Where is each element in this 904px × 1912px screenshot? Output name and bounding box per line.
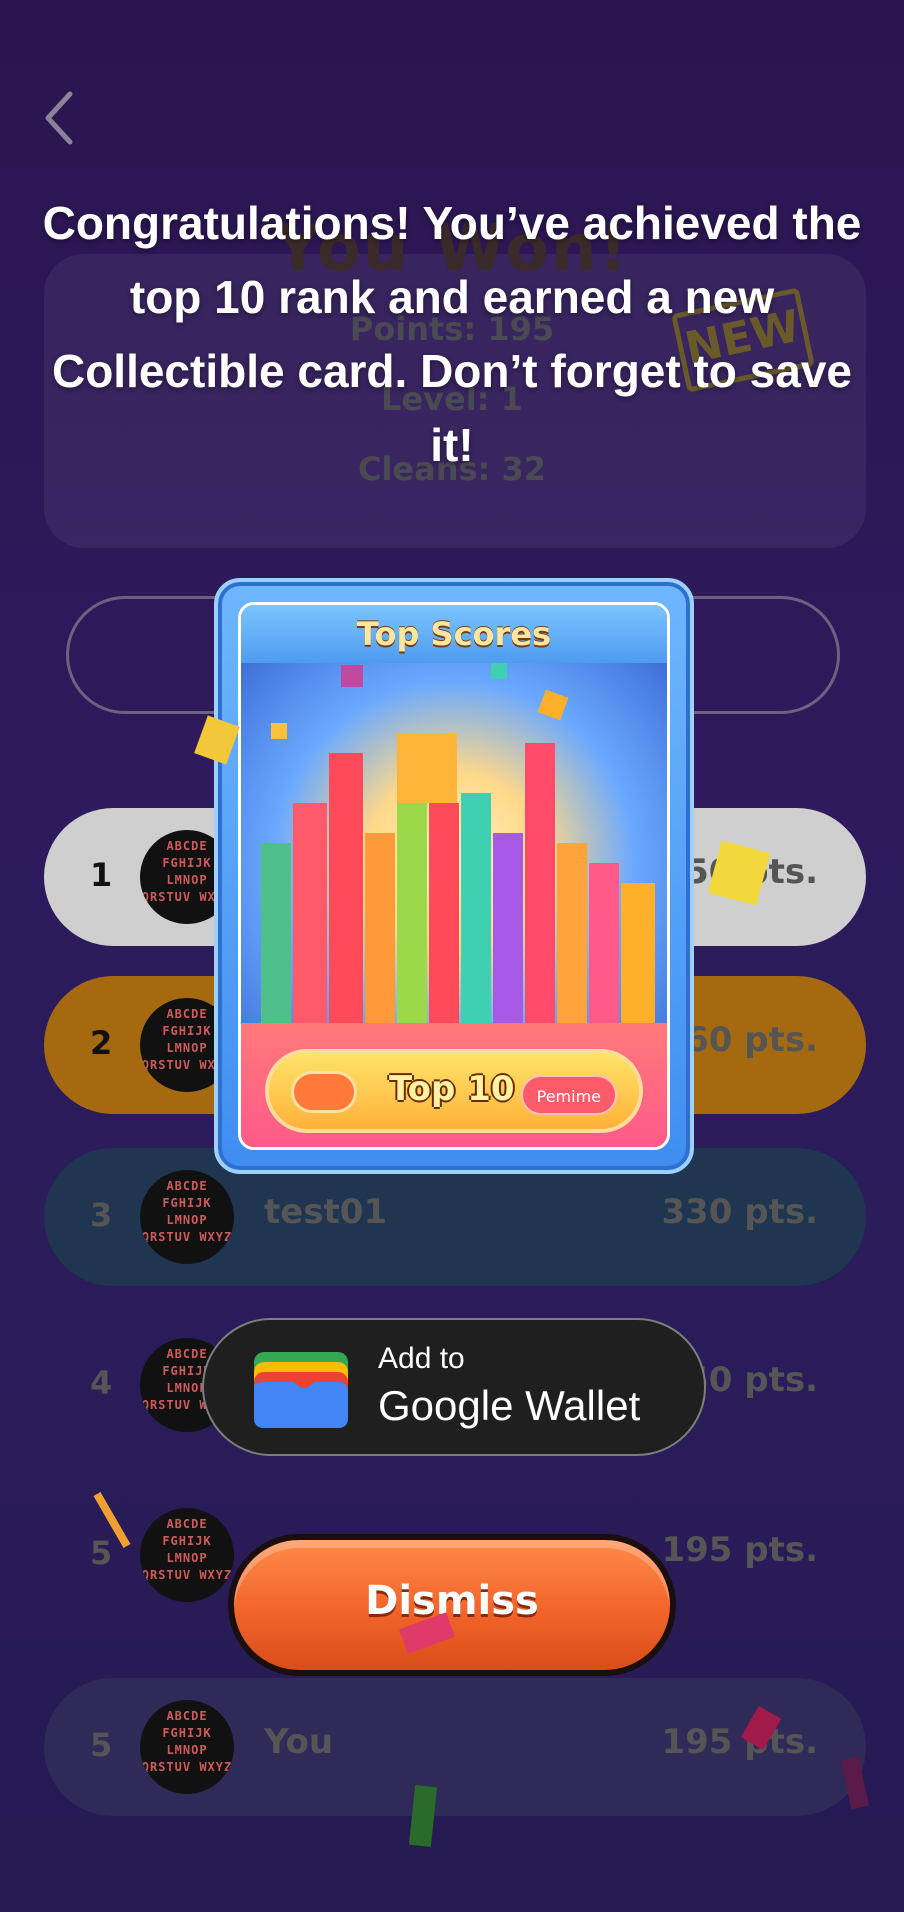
card-artwork xyxy=(241,663,667,1023)
card-title: Top Scores xyxy=(241,605,667,663)
card-rank-tag: Pemime xyxy=(520,1075,617,1115)
card-footer: Top 10 Pemime xyxy=(241,1023,667,1147)
chevron-left-icon xyxy=(45,91,73,145)
wallet-line2: Google Wallet xyxy=(378,1382,641,1429)
row-points: 195 pts. xyxy=(661,1530,818,1570)
add-to-google-wallet-button[interactable]: Add to Google Wallet xyxy=(202,1318,706,1456)
rank-number: 4 xyxy=(90,1364,113,1402)
row-points: 195 pts. xyxy=(661,1722,818,1762)
row-username: test01 xyxy=(264,1192,388,1232)
rank-number: 3 xyxy=(90,1196,113,1234)
card-frame: Top Scores Top 10 Pemime xyxy=(238,602,670,1150)
rank-number: 5 xyxy=(90,1534,113,1572)
wallet-line1: Add to xyxy=(378,1342,465,1375)
card-rank-pill: Top 10 Pemime xyxy=(265,1049,643,1133)
rank-number: 2 xyxy=(90,1024,113,1062)
congrats-headline: Congratulations! You’ve achieved the top… xyxy=(42,197,862,471)
coin-chip-icon xyxy=(291,1071,357,1113)
dismiss-label: Dismiss xyxy=(365,1578,539,1624)
confetti-piece xyxy=(408,1785,438,1847)
rank-number: 1 xyxy=(90,856,113,894)
dismiss-button[interactable]: Dismiss xyxy=(228,1534,676,1676)
card-rank-label: Top 10 xyxy=(389,1069,515,1109)
avatar: ABCDE FGHIJK LMNOP QRSTUV WXYZ xyxy=(140,1508,234,1602)
collectible-card: Top Scores Top 10 Pemime xyxy=(214,578,694,1174)
avatar: ABCDE FGHIJK LMNOP QRSTUV WXYZ xyxy=(140,1700,234,1794)
block-tower-illustration xyxy=(261,663,655,1023)
row-username: You xyxy=(264,1722,334,1762)
confetti-piece xyxy=(840,1756,870,1810)
back-button[interactable] xyxy=(40,88,90,152)
leaderboard-row-you: 5 ABCDE FGHIJK LMNOP QRSTUV WXYZ You 195… xyxy=(44,1678,866,1816)
google-wallet-icon xyxy=(254,1352,348,1428)
avatar: ABCDE FGHIJK LMNOP QRSTUV WXYZ xyxy=(140,1170,234,1264)
rank-number: 5 xyxy=(90,1726,113,1764)
row-points: 330 pts. xyxy=(661,1192,818,1232)
